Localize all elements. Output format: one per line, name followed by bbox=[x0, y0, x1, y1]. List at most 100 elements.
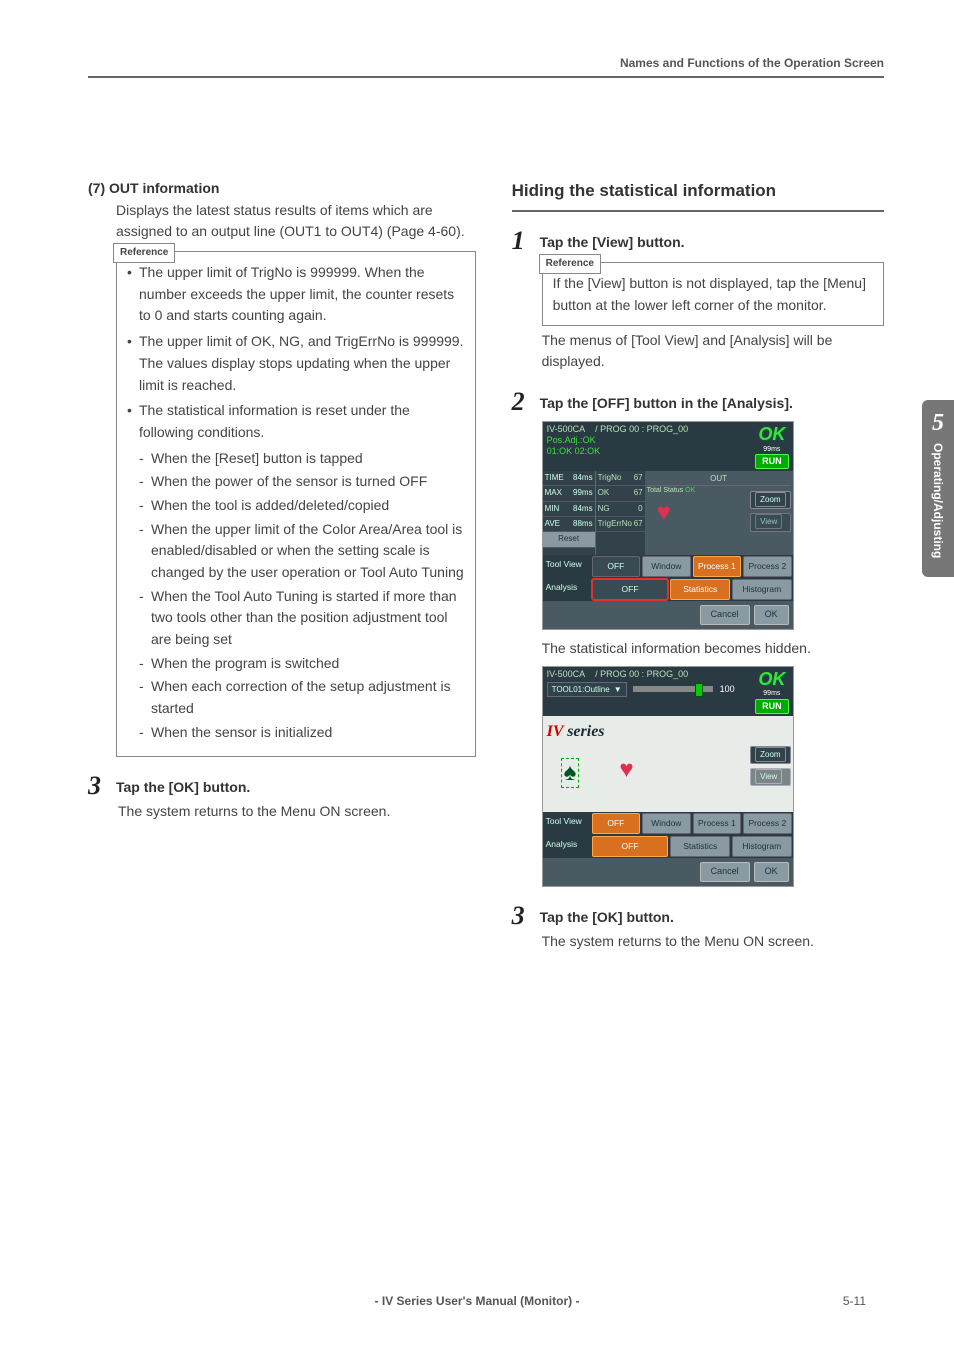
reference-label: Reference bbox=[539, 254, 601, 274]
ss-window-button[interactable]: Window bbox=[642, 556, 691, 577]
ss-slider-val: 100 bbox=[720, 684, 735, 694]
step-title: Tap the [OK] button. bbox=[540, 903, 674, 929]
ss-process2-button[interactable]: Process 2 bbox=[743, 813, 792, 834]
ss-view-button[interactable]: View bbox=[750, 513, 790, 531]
ss-total-status: Total Status bbox=[647, 487, 684, 494]
heart-icon: ♥ bbox=[619, 758, 633, 788]
ss-run-badge: RUN bbox=[755, 699, 789, 714]
ss-statistics-button[interactable]: Statistics bbox=[670, 836, 730, 857]
iv-series-logo: IV series bbox=[547, 720, 789, 745]
reference-label: Reference bbox=[113, 243, 175, 263]
chapter-number: 5 bbox=[922, 410, 954, 437]
ss-cell: TIME bbox=[545, 472, 564, 484]
ss-cell: TrigNo bbox=[598, 472, 622, 484]
step-title: Tap the [View] button. bbox=[540, 228, 685, 254]
ss-statistics-button[interactable]: Statistics bbox=[670, 579, 730, 600]
ss-process2-button[interactable]: Process 2 bbox=[743, 556, 792, 577]
ss-process1-button[interactable]: Process 1 bbox=[693, 556, 742, 577]
ss-cancel-button[interactable]: Cancel bbox=[700, 605, 750, 625]
ref-sub: When the sensor is initialized bbox=[139, 722, 465, 744]
right-step-3-body: The system returns to the Menu ON screen… bbox=[542, 931, 884, 953]
ss-total-status-val: OK bbox=[685, 487, 695, 494]
ref-bullet: The statistical information is reset und… bbox=[127, 400, 465, 743]
step-2-after: The statistical information becomes hidd… bbox=[542, 638, 884, 660]
ss-cell: OK bbox=[598, 487, 610, 499]
ref-sub: When the tool is added/deleted/copied bbox=[139, 495, 465, 517]
ss-histogram-button[interactable]: Histogram bbox=[732, 836, 792, 857]
ss-ms: 99ms bbox=[755, 690, 789, 698]
ss-cell: MAX bbox=[545, 487, 562, 499]
ref-sub: When the program is switched bbox=[139, 653, 465, 675]
ss-cell: NG bbox=[598, 503, 610, 515]
ss-slider[interactable] bbox=[633, 686, 713, 692]
ss-off-button[interactable]: OFF bbox=[592, 813, 641, 834]
ss-ok-button[interactable]: OK bbox=[754, 605, 789, 625]
ss-ok-button[interactable]: OK bbox=[754, 862, 789, 882]
right-step-3: 3 Tap the [OK] button. bbox=[512, 903, 884, 929]
ss-window-button[interactable]: Window bbox=[642, 813, 691, 834]
step-1-body: The menus of [Tool View] and [Analysis] … bbox=[542, 330, 884, 373]
item-7-title: OUT information bbox=[109, 180, 219, 196]
ss-ms: 99ms bbox=[755, 446, 789, 454]
left-column: (7) OUT information Displays the latest … bbox=[88, 178, 476, 953]
spade-icon: ♠ bbox=[564, 759, 577, 786]
ss-cell: 67 bbox=[634, 487, 643, 499]
ss-prog: / PROG 00 : PROG_00 bbox=[595, 669, 688, 679]
reference-box-left: Reference The upper limit of TrigNo is 9… bbox=[116, 251, 476, 756]
footer-manual-title: - IV Series User's Manual (Monitor) - bbox=[375, 1294, 580, 1308]
right-step-2: 2 Tap the [OFF] button in the [Analysis]… bbox=[512, 389, 884, 415]
ss-analysis-label: Analysis bbox=[543, 835, 591, 858]
step-title: Tap the [OFF] button in the [Analysis]. bbox=[540, 389, 793, 415]
chevron-down-icon: ▼ bbox=[614, 685, 622, 695]
running-header: Names and Functions of the Operation Scr… bbox=[88, 56, 884, 78]
ref-bullet: The upper limit of OK, NG, and TrigErrNo… bbox=[127, 331, 465, 396]
right-step-1: 1 Tap the [View] button. bbox=[512, 228, 884, 254]
ss-posadj: Pos.Adj.:OK bbox=[547, 435, 689, 446]
ss-process1-button[interactable]: Process 1 bbox=[693, 813, 742, 834]
ss-cell: MIN bbox=[545, 503, 560, 515]
ss-tool-dropdown[interactable]: TOOL01:Outline ▼ bbox=[547, 682, 627, 698]
item-7: (7) OUT information Displays the latest … bbox=[88, 178, 476, 757]
ss-view-button[interactable]: View bbox=[750, 768, 790, 786]
screenshot-hidden-stats: IV-500CA / PROG 00 : PROG_00 TOOL01:Outl… bbox=[542, 666, 794, 887]
reference-box-right: Reference If the [View] button is not di… bbox=[542, 262, 884, 325]
ref-body: If the [View] button is not displayed, t… bbox=[553, 269, 873, 316]
ss-cell: 67 bbox=[634, 472, 643, 484]
ss-cell: TrigErrNo bbox=[598, 518, 632, 530]
ref-sub: When the upper limit of the Color Area/A… bbox=[139, 519, 465, 584]
screenshot-analysis-off: IV-500CA / PROG 00 : PROG_00 Pos.Adj.:OK… bbox=[542, 421, 794, 630]
ss-cell: 88ms bbox=[573, 518, 593, 530]
ss-cancel-button[interactable]: Cancel bbox=[700, 862, 750, 882]
ss-model: IV-500CA bbox=[547, 424, 586, 434]
page-footer: - IV Series User's Manual (Monitor) - 5-… bbox=[0, 1294, 954, 1308]
ref-bullet: The upper limit of TrigNo is 999999. Whe… bbox=[127, 262, 465, 327]
ss-histogram-button[interactable]: Histogram bbox=[732, 579, 792, 600]
step-title: Tap the [OK] button. bbox=[116, 773, 250, 799]
ss-off-button[interactable]: OFF bbox=[592, 556, 641, 577]
ss-model: IV-500CA bbox=[547, 669, 586, 679]
ss-toolview-label: Tool View bbox=[543, 555, 591, 578]
chapter-title: Operating/Adjusting bbox=[931, 443, 945, 558]
item-7-num: (7) bbox=[88, 180, 105, 196]
footer-page-number: 5-11 bbox=[843, 1294, 866, 1308]
ss-analysis-label: Analysis bbox=[543, 578, 591, 601]
left-step-3-body: The system returns to the Menu ON screen… bbox=[118, 801, 476, 823]
ss-analysis-off-button[interactable]: OFF bbox=[592, 836, 669, 857]
step-number: 2 bbox=[512, 389, 532, 415]
ss-reset-button[interactable]: Reset bbox=[543, 532, 595, 547]
chapter-tab: 5 Operating/Adjusting bbox=[922, 400, 954, 577]
ref-sub: When the [Reset] button is tapped bbox=[139, 448, 465, 470]
section-heading: Hiding the statistical information bbox=[512, 178, 884, 212]
ss-analysis-off-button[interactable]: OFF bbox=[592, 579, 669, 600]
ss-cell: 84ms bbox=[573, 503, 593, 515]
ss-row01: 01:OK 02:OK bbox=[547, 446, 689, 457]
step-number: 1 bbox=[512, 228, 532, 254]
ss-toolview-label: Tool View bbox=[543, 812, 591, 835]
ref-sub: When the Tool Auto Tuning is started if … bbox=[139, 586, 465, 651]
ss-cell: AVE bbox=[545, 518, 560, 530]
ss-zoom-button[interactable]: Zoom bbox=[750, 491, 790, 509]
ss-cell: 67 bbox=[634, 518, 643, 530]
left-step-3: 3 Tap the [OK] button. bbox=[88, 773, 476, 799]
ss-zoom-button[interactable]: Zoom bbox=[750, 746, 790, 764]
ss-ok-icon: OK bbox=[755, 424, 789, 446]
